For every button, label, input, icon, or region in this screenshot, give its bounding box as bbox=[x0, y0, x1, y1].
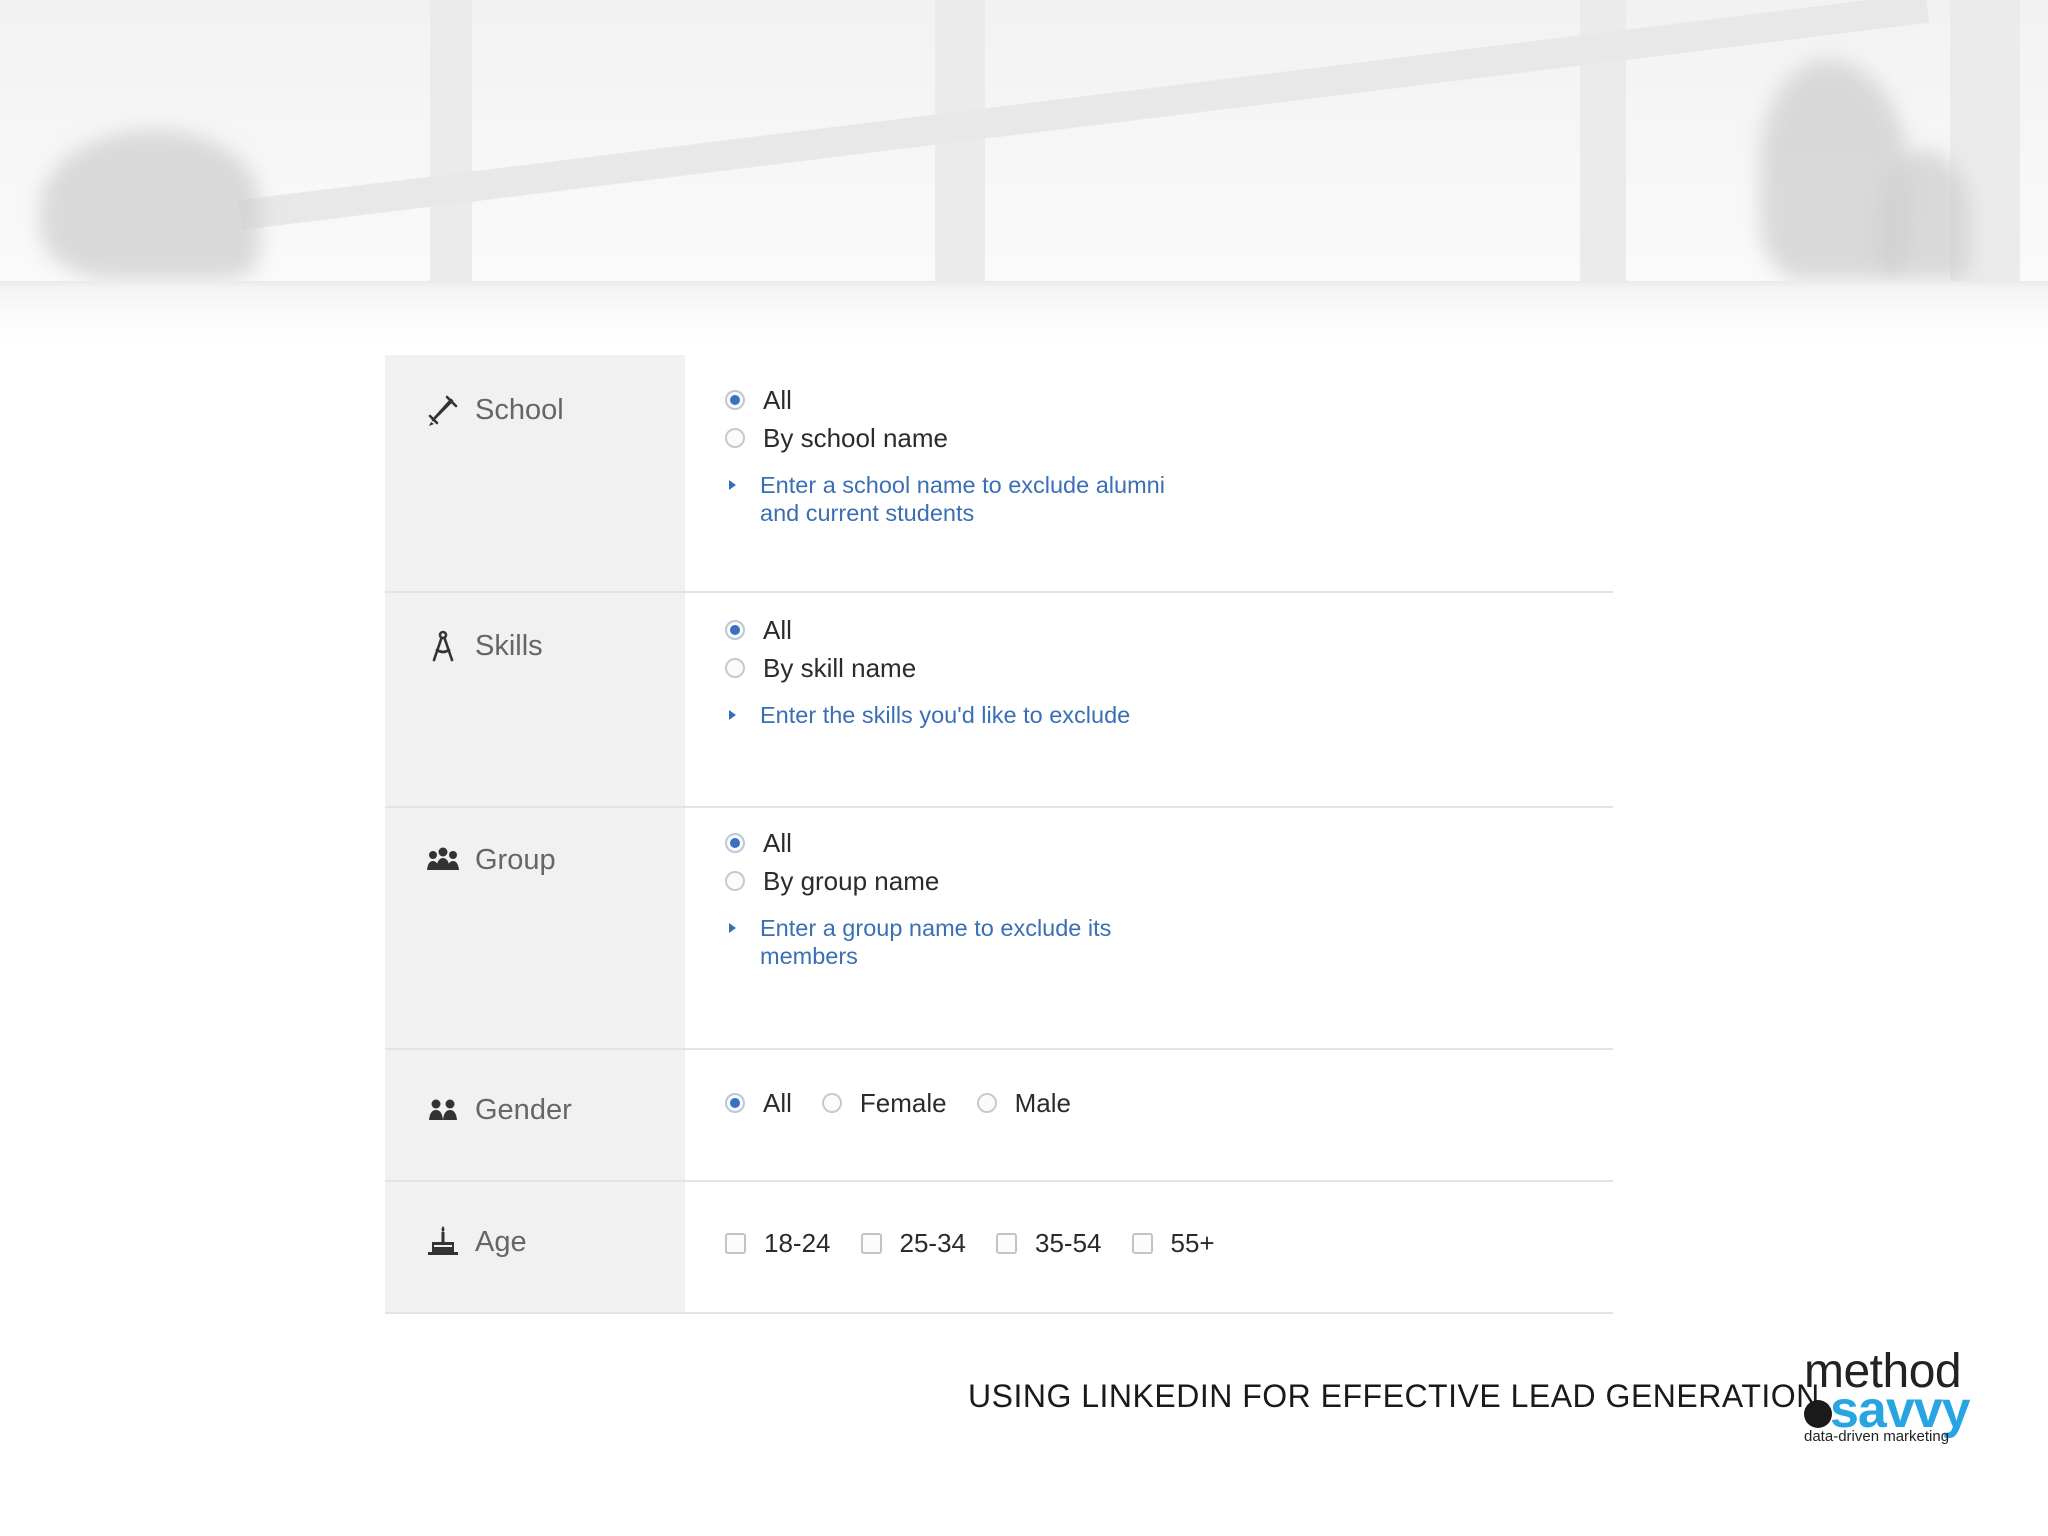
gender-radio-all[interactable] bbox=[725, 1093, 745, 1113]
skills-exclude-link[interactable]: Enter the skills you'd like to exclude bbox=[725, 701, 1613, 729]
filter-row-age: Age 18-24 25-34 35-54 55+ bbox=[385, 1182, 1613, 1314]
slide-title: USING LINKEDIN FOR EFFECTIVE LEAD GENERA… bbox=[968, 1378, 1820, 1414]
header-divider bbox=[0, 281, 2048, 341]
filter-label-group: Group bbox=[385, 808, 685, 1048]
logo-tagline: data-driven marketing bbox=[1804, 1428, 1950, 1445]
filter-row-gender: Gender All Female Male bbox=[385, 1050, 1613, 1182]
age-option-55-plus[interactable]: 55+ bbox=[1131, 1228, 1215, 1259]
gender-radio-male[interactable] bbox=[976, 1093, 997, 1113]
group-label: Group bbox=[475, 843, 556, 876]
age-checkbox-55-plus[interactable] bbox=[1131, 1232, 1153, 1254]
group-exclude-link[interactable]: Enter a group name to exclude its member… bbox=[725, 914, 1613, 970]
filter-label-age: Age bbox=[385, 1182, 685, 1312]
gender-option-female[interactable]: Female bbox=[821, 1088, 947, 1119]
gender-option-male[interactable]: Male bbox=[976, 1088, 1071, 1119]
group-radio-all[interactable] bbox=[725, 833, 745, 853]
filter-label-gender: Gender bbox=[385, 1050, 685, 1180]
filter-row-school: School All By school name Enter a school… bbox=[385, 355, 1613, 593]
age-checkbox-35-54[interactable] bbox=[996, 1232, 1017, 1254]
exclude-filters-panel: School All By school name Enter a school… bbox=[385, 355, 1613, 1314]
gender-radio-female[interactable] bbox=[821, 1093, 842, 1113]
skills-option-by-name[interactable]: By skill name bbox=[725, 649, 1613, 687]
expand-arrow-icon bbox=[729, 923, 736, 933]
filter-label-skills: Skills bbox=[385, 593, 685, 806]
skills-label: Skills bbox=[475, 629, 543, 662]
school-option-all[interactable]: All bbox=[725, 381, 1613, 419]
group-option-by-name[interactable]: By group name bbox=[725, 862, 1613, 900]
diploma-icon bbox=[425, 392, 461, 428]
age-option-18-24[interactable]: 18-24 bbox=[725, 1228, 831, 1259]
school-option-by-name[interactable]: By school name bbox=[725, 419, 1613, 457]
school-radio-all[interactable] bbox=[725, 390, 745, 410]
age-label: Age bbox=[475, 1225, 527, 1258]
group-option-all[interactable]: All bbox=[725, 824, 1613, 862]
age-checkbox-25-34[interactable] bbox=[860, 1232, 882, 1254]
skills-radio-all[interactable] bbox=[725, 620, 745, 640]
group-icon bbox=[425, 842, 461, 878]
header-photo bbox=[0, 0, 2048, 281]
cake-icon bbox=[425, 1224, 461, 1260]
compass-icon bbox=[425, 628, 461, 664]
filter-row-skills: Skills All By skill name Enter the skill… bbox=[385, 593, 1613, 808]
school-label: School bbox=[475, 393, 564, 426]
gender-option-all[interactable]: All bbox=[725, 1088, 792, 1119]
group-radio-by-name[interactable] bbox=[725, 871, 745, 891]
gender-label: Gender bbox=[475, 1093, 572, 1126]
school-radio-by-name[interactable] bbox=[725, 428, 745, 448]
age-checkbox-18-24[interactable] bbox=[725, 1232, 746, 1254]
skills-radio-by-name[interactable] bbox=[725, 658, 745, 678]
filter-row-group: Group All By group name Enter a group na… bbox=[385, 808, 1613, 1050]
method-savvy-logo: method savvy data-driven marketing bbox=[1800, 1345, 1980, 1450]
expand-arrow-icon bbox=[729, 480, 736, 490]
logo-dot-icon bbox=[1804, 1400, 1832, 1428]
skills-option-all[interactable]: All bbox=[725, 611, 1613, 649]
expand-arrow-icon bbox=[729, 710, 736, 720]
gender-icon bbox=[425, 1092, 461, 1128]
filter-label-school: School bbox=[385, 355, 685, 591]
school-exclude-link[interactable]: Enter a school name to exclude alumni an… bbox=[725, 471, 1613, 527]
age-option-25-34[interactable]: 25-34 bbox=[860, 1228, 966, 1259]
age-option-35-54[interactable]: 35-54 bbox=[996, 1228, 1102, 1259]
